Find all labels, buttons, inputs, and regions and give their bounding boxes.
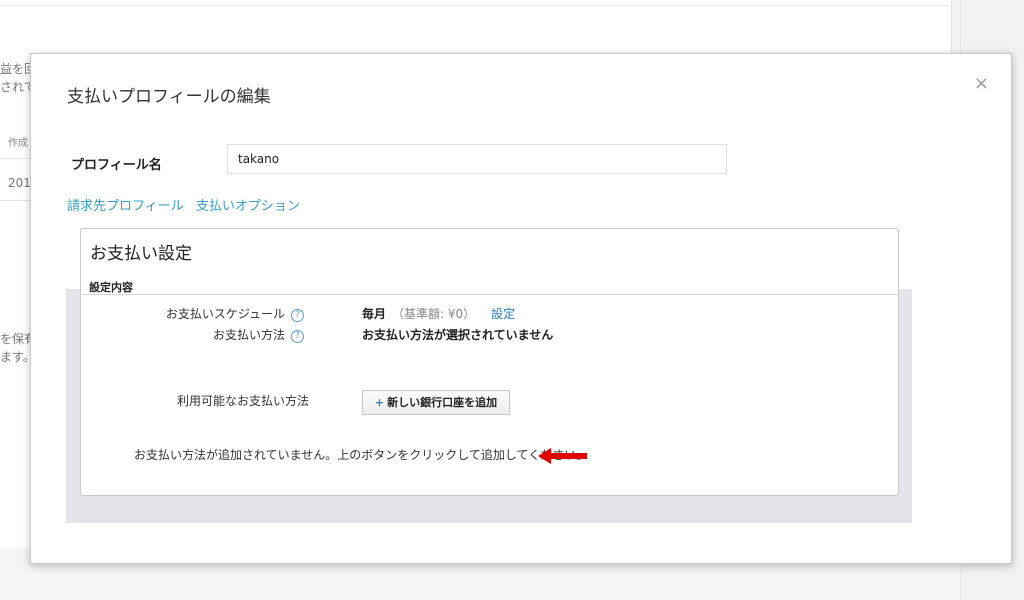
method-value: お支払い方法が選択されていません bbox=[362, 328, 554, 342]
tab-payment-options[interactable]: 支払いオプション bbox=[196, 199, 300, 214]
profile-name-label: プロフィール名 bbox=[71, 158, 162, 173]
background-divider bbox=[0, 158, 30, 159]
empty-methods-message: お支払い方法が追加されていません。上のボタンをクリックして追加してください。 bbox=[134, 448, 589, 462]
schedule-threshold: （基準額: ¥0） bbox=[392, 307, 476, 321]
method-label-wrap: お支払い方法? bbox=[213, 326, 304, 343]
add-bank-account-label: 新しい銀行口座を追加 bbox=[387, 396, 498, 409]
schedule-value-wrap: 毎月 （基準額: ¥0） 設定 bbox=[362, 305, 515, 322]
panel-title: お支払い設定 bbox=[90, 244, 192, 264]
background-cell: 201 bbox=[8, 176, 31, 190]
method-label: お支払い方法 bbox=[212, 328, 285, 342]
background-divider bbox=[0, 200, 30, 201]
panel-subtitle: 設定内容 bbox=[89, 281, 133, 294]
panel-divider bbox=[81, 294, 898, 295]
schedule-label-wrap: お支払いスケジュール? bbox=[166, 305, 304, 322]
schedule-value: 毎月 bbox=[362, 307, 387, 321]
schedule-label: お支払いスケジュール bbox=[165, 307, 285, 321]
available-methods-label: 利用可能なお支払い方法 bbox=[176, 394, 309, 408]
schedule-settings-link[interactable]: 設定 bbox=[491, 307, 515, 321]
tab-billing-profile[interactable]: 請求先プロフィール bbox=[67, 199, 184, 214]
payment-settings-panel: お支払い設定 設定内容 お支払いスケジュール? 毎月 （基準額: ¥0） 設定 お支… bbox=[80, 228, 899, 496]
help-icon[interactable]: ? bbox=[291, 330, 304, 343]
close-icon[interactable]: × bbox=[974, 74, 989, 94]
plus-icon: + bbox=[374, 396, 385, 409]
edit-payment-profile-dialog: 支払いプロフィールの編集 × プロフィール名 請求先プロフィール 支払いオプショ… bbox=[30, 53, 1012, 564]
profile-name-input[interactable] bbox=[227, 144, 727, 174]
dialog-title: 支払いプロフィールの編集 bbox=[67, 87, 271, 107]
help-icon[interactable]: ? bbox=[291, 309, 304, 322]
background-column-header: 作成 bbox=[8, 138, 28, 149]
background-header-line bbox=[0, 0, 952, 6]
profile-tabs: 請求先プロフィール 支払いオプション bbox=[67, 195, 308, 214]
add-bank-account-button[interactable]: + 新しい銀行口座を追加 bbox=[362, 390, 510, 415]
red-arrow-icon bbox=[538, 448, 587, 464]
